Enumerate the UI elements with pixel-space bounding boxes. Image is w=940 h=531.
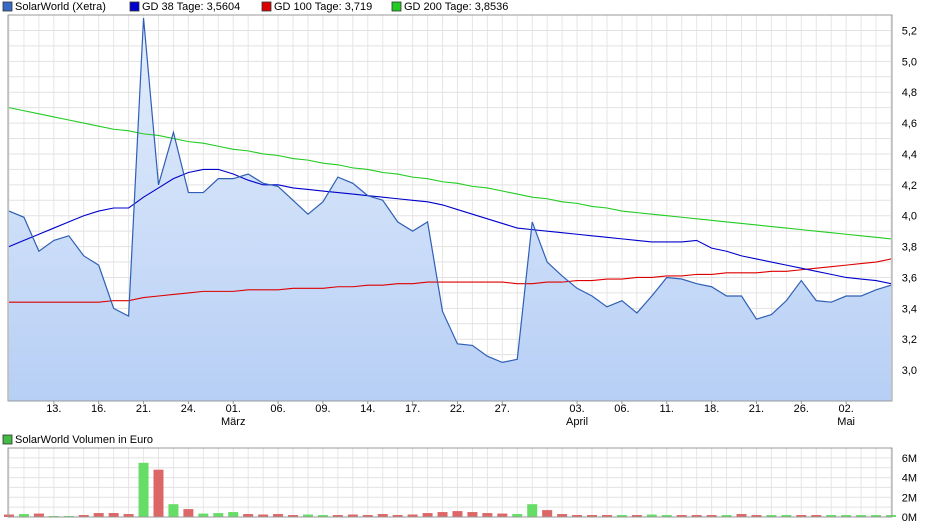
price-y-tick-label: 3,0 (902, 365, 917, 377)
price-y-tick-label: 4,0 (902, 211, 917, 223)
price-x-tick-label: 27. (495, 403, 510, 415)
volume-bar (198, 513, 209, 517)
volume-bar (527, 504, 538, 517)
price-x-month-label: April (566, 416, 588, 428)
price-y-tick-label: 4,4 (902, 149, 917, 161)
volume-y-tick-label: 6M (902, 453, 917, 465)
price-x-tick-label: 03. (569, 403, 584, 415)
price-x-tick-label: 22. (450, 403, 465, 415)
price-x-tick-label: 14. (360, 403, 375, 415)
legend-swatch-gd100 (261, 1, 272, 12)
volume-bar (33, 513, 44, 517)
volume-bar (497, 513, 508, 517)
price-area-fill (9, 18, 891, 402)
legend-label-gd100: GD 100 Tage: 3,719 (274, 1, 372, 13)
price-x-tick-label: 26. (794, 403, 809, 415)
volume-bar (482, 513, 493, 517)
price-panel: 3,0 3,2 3,4 3,6 3,8 4,0 4,2 4,4 4,6 4,8 5,0 5,2 13.… (7, 14, 917, 428)
price-y-tick-label: 5,0 (902, 56, 917, 68)
volume-bars (4, 462, 896, 517)
legend-label-solarworld: SolarWorld (Xetra) (15, 1, 106, 13)
volume-bar (153, 469, 164, 517)
volume-y-axis: 0M 2M 4M 6M (902, 453, 917, 524)
price-y-tick-label: 3,4 (902, 303, 917, 315)
price-x-tick-label: 09. (315, 403, 330, 415)
price-x-axis: 13. 16. 21. 24. 01.März 06. 09. 14. 17. 22. 27. 03.… (46, 401, 855, 428)
price-x-tick-label: 18. (704, 403, 719, 415)
price-x-tick-label: 17. (405, 403, 420, 415)
volume-bar (228, 512, 239, 517)
volume-panel: 0M 2M 4M 6M (4, 447, 917, 524)
legend-swatch-gd38 (129, 1, 140, 12)
volume-bar (452, 511, 463, 517)
volume-bar (422, 513, 433, 517)
volume-bar (183, 509, 194, 517)
price-x-tick-label: 16. (91, 403, 106, 415)
price-y-axis: 3,0 3,2 3,4 3,6 3,8 4,0 4,2 4,4 4,6 4,8 5,0 5,2 (902, 25, 917, 377)
volume-bar (213, 513, 224, 517)
legend-swatch-solarworld (2, 1, 13, 12)
price-y-tick-label: 4,8 (902, 87, 917, 99)
volume-y-tick-label: 2M (902, 492, 917, 504)
price-y-tick-label: 3,8 (902, 242, 917, 254)
volume-bar (93, 513, 104, 517)
price-y-tick-label: 3,2 (902, 334, 917, 346)
volume-bar (437, 512, 448, 517)
volume-bar (138, 462, 149, 517)
legend-label-volume: SolarWorld Volumen in Euro (15, 434, 153, 446)
price-x-tick-label: 21. (749, 403, 764, 415)
price-y-tick-label: 5,2 (902, 25, 917, 37)
price-y-tick-label: 3,6 (902, 272, 917, 284)
price-x-tick-label: 13. (46, 403, 61, 415)
price-x-month-label: Mai (837, 416, 855, 428)
volume-bar (108, 513, 119, 517)
volume-legend: SolarWorld Volumen in Euro (2, 434, 153, 446)
volume-bar (542, 510, 553, 517)
price-x-tick-label: 06. (614, 403, 629, 415)
price-x-tick-label: 06. (270, 403, 285, 415)
price-y-tick-label: 4,2 (902, 180, 917, 192)
price-y-tick-label: 4,6 (902, 118, 917, 130)
stock-chart: SolarWorld (Xetra) GD 38 Tage: 3,5604 GD… (2, 1, 917, 524)
legend-label-gd38: GD 38 Tage: 3,5604 (142, 1, 240, 13)
price-x-tick-label: 21. (136, 403, 151, 415)
legend-label-gd200: GD 200 Tage: 3,8536 (404, 1, 508, 13)
volume-bar (168, 504, 179, 517)
legend-swatch-volume (2, 434, 13, 445)
volume-y-tick-label: 4M (902, 473, 917, 485)
volume-bar (467, 512, 478, 517)
price-x-tick-label: 24. (181, 403, 196, 415)
price-legend: SolarWorld (Xetra) GD 38 Tage: 3,5604 GD… (2, 1, 508, 13)
price-x-tick-label: 11. (660, 403, 674, 415)
legend-swatch-gd200 (391, 1, 402, 12)
chart-root: SolarWorld (Xetra) GD 38 Tage: 3,5604 GD… (0, 0, 940, 526)
price-x-tick-label: 02. (839, 403, 854, 415)
price-x-tick-label: 01. (226, 403, 241, 415)
price-x-month-label: März (221, 416, 245, 428)
volume-y-tick-label: 0M (902, 512, 917, 524)
